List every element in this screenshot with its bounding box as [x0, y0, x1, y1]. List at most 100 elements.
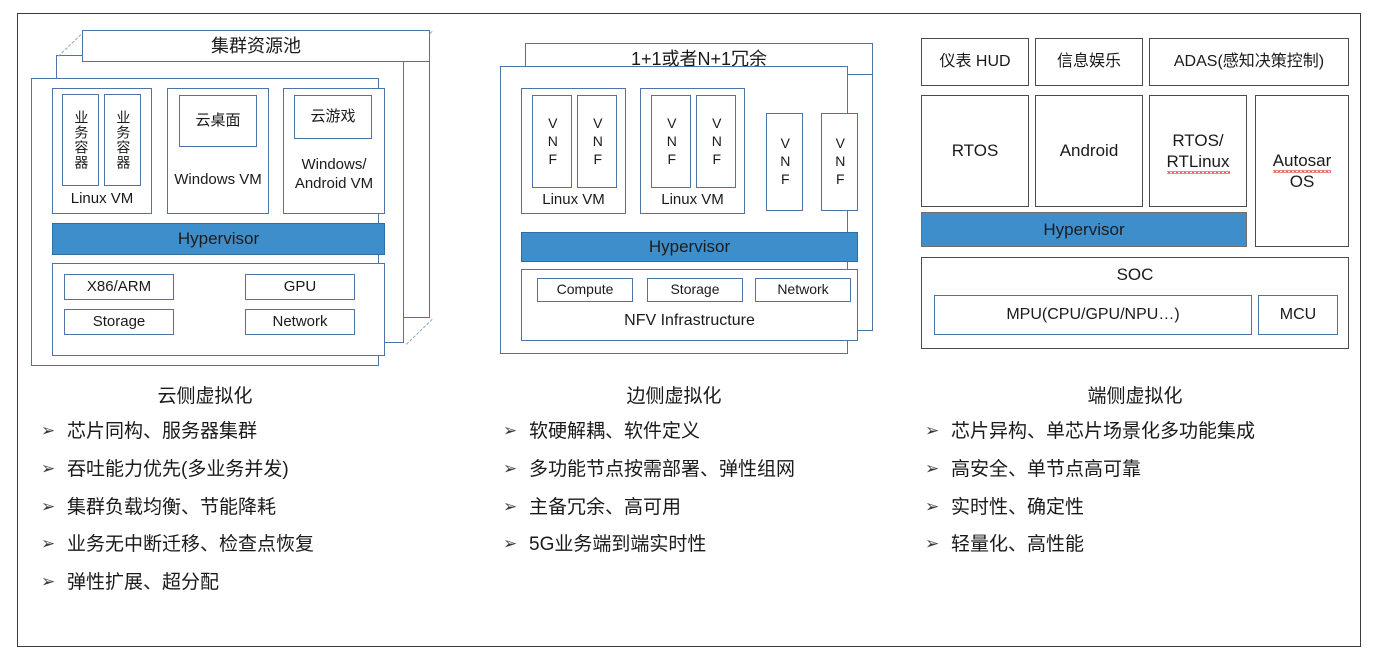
edge-bullet-1: 软硬解耦、软件定义 — [529, 421, 701, 442]
list-item: ➢ 芯片异构、单芯片场景化多功能集成 — [925, 420, 1365, 444]
edge-nfvi-compute-label: Compute — [556, 281, 614, 298]
cloud-stack-title: 集群资源池 — [211, 35, 301, 56]
cloud-app-cloud-gaming: 云游戏 — [294, 95, 372, 139]
cloud-stack-title-box: 集群资源池 — [82, 30, 430, 62]
edge-vnf-1a: VNF — [532, 95, 572, 188]
device-bullet-2: 高安全、单节点高可靠 — [951, 458, 1142, 480]
device-app-infotainment-label: 信息娱乐 — [1056, 53, 1121, 71]
device-app-hud: 仪表 HUD — [921, 38, 1029, 86]
cloud-vm-linux-name: Linux VM — [70, 189, 134, 207]
bullet-arrow-icon: ➢ — [41, 458, 56, 478]
cloud-bullet-3: 集群负载均衡、节能降耗 — [67, 496, 277, 518]
device-app-infotainment: 信息娱乐 — [1035, 38, 1143, 86]
edge-standalone-vnf-1: VNF — [766, 113, 803, 211]
cloud-app-container-1: 业务容器 — [62, 94, 99, 186]
list-item: ➢ 软硬解耦、软件定义 — [503, 420, 913, 444]
device-os-rtos: RTOS — [921, 95, 1029, 207]
edge-vm-linux-2-name-wrap: Linux VM — [641, 188, 744, 212]
cloud-bullet-4: 业务无中断迁移、检查点恢复 — [67, 534, 315, 556]
edge-nfvi-compute: Compute — [537, 278, 633, 302]
device-os-autosar-word: Autosar — [1272, 150, 1332, 174]
device-os-android-label: Android — [1059, 141, 1119, 161]
list-item: ➢ 轻量化、高性能 — [925, 533, 1365, 557]
cloud-hw-storage-label: Storage — [92, 312, 146, 330]
diagram-canvas: 集群资源池 业务容器 业务容器 Linux VM 云桌面 Windows VM … — [0, 0, 1378, 660]
edge-vnf-1b-label: VNF — [589, 114, 606, 169]
edge-bullet-list: ➢ 软硬解耦、软件定义 ➢ 多功能节点按需部署、弹性组网 ➢ 主备冗余、高可用 … — [503, 420, 913, 571]
cloud-vm-linux-name-wrap: Linux VM — [53, 186, 151, 212]
list-item: ➢ 主备冗余、高可用 — [503, 496, 913, 520]
edge-vnf-2a: VNF — [651, 95, 691, 188]
edge-nfvi-network-label: Network — [777, 281, 829, 298]
device-os-rtlinux-stack: RTOS/ RTLinux — [1166, 130, 1230, 175]
list-item: ➢ 多功能节点按需部署、弹性组网 — [503, 458, 913, 482]
cloud-app-cloud-desktop-label: 云桌面 — [195, 111, 241, 129]
edge-nfvi-storage: Storage — [647, 278, 743, 302]
bullet-arrow-icon: ➢ — [41, 534, 56, 554]
device-soc-mpu-label: MPU(CPU/GPU/NPU…) — [1006, 306, 1180, 324]
edge-standalone-vnf-1-label: VNF — [777, 135, 794, 189]
edge-bullet-2: 多功能节点按需部署、弹性组网 — [529, 458, 796, 480]
device-bullet-4: 轻量化、高性能 — [951, 534, 1085, 556]
edge-vm-linux-1-name: Linux VM — [542, 190, 605, 208]
cloud-hw-gpu-label: GPU — [283, 277, 317, 295]
device-soc-mcu: MCU — [1258, 295, 1338, 335]
edge-bullet-4: 5G业务端到端实时性 — [529, 534, 707, 556]
cloud-app-cloud-gaming-label: 云游戏 — [310, 107, 356, 125]
bullet-arrow-icon: ➢ — [41, 496, 56, 516]
device-soc-mpu: MPU(CPU/GPU/NPU…) — [934, 295, 1252, 335]
list-item: ➢ 弹性扩展、超分配 — [41, 571, 441, 595]
device-bullet-1: 芯片异构、单芯片场景化多功能集成 — [951, 421, 1256, 442]
cloud-vm-windows-name: Windows VM — [174, 170, 262, 188]
bullet-arrow-icon: ➢ — [503, 421, 518, 440]
cloud-hw-gpu: GPU — [245, 274, 355, 300]
cloud-hw-network: Network — [245, 309, 355, 335]
cloud-bullet-1: 芯片同构、服务器集群 — [67, 421, 258, 442]
cloud-hypervisor: Hypervisor — [52, 223, 385, 255]
bullet-arrow-icon: ➢ — [503, 496, 518, 516]
bullet-arrow-icon: ➢ — [503, 458, 518, 478]
bullet-arrow-icon: ➢ — [925, 496, 940, 516]
list-item: ➢ 集群负载均衡、节能降耗 — [41, 496, 441, 520]
edge-vm-linux-1-name-wrap: Linux VM — [522, 188, 625, 212]
edge-nfvi-network: Network — [755, 278, 851, 302]
device-section-title: 端侧虚拟化 — [1087, 386, 1183, 407]
edge-hypervisor: Hypervisor — [521, 232, 858, 262]
cloud-hw-x86arm-label: X86/ARM — [86, 277, 152, 295]
device-os-autosar-tail: OS — [1289, 172, 1315, 191]
cloud-hw-storage: Storage — [64, 309, 174, 335]
cloud-bullet-2: 吞吐能力优先(多业务并发) — [67, 458, 289, 480]
edge-vnf-2b-label: VNF — [708, 114, 725, 169]
cloud-hw-x86arm: X86/ARM — [64, 274, 174, 300]
device-app-adas-label: ADAS(感知决策控制) — [1173, 53, 1325, 71]
list-item: ➢ 吞吐能力优先(多业务并发) — [41, 458, 441, 482]
device-soc-title: SOC — [1116, 265, 1154, 285]
edge-vm-linux-2-name: Linux VM — [661, 190, 724, 208]
cloud-hypervisor-label: Hypervisor — [177, 229, 260, 249]
bullet-arrow-icon: ➢ — [925, 421, 940, 440]
device-hypervisor: Hypervisor — [921, 212, 1247, 247]
cloud-app-cloud-desktop: 云桌面 — [179, 95, 257, 147]
device-bullet-list: ➢ 芯片异构、单芯片场景化多功能集成 ➢ 高安全、单节点高可靠 ➢ 实时性、确定… — [925, 420, 1365, 571]
list-item: ➢ 业务无中断迁移、检查点恢复 — [41, 533, 441, 557]
edge-nfvi-title-wrap: NFV Infrastructure — [522, 306, 857, 336]
edge-hypervisor-label: Hypervisor — [648, 237, 731, 257]
bullet-arrow-icon: ➢ — [503, 534, 518, 554]
bullet-arrow-icon: ➢ — [925, 534, 940, 554]
cloud-section-title: 云侧虚拟化 — [157, 386, 253, 407]
edge-vnf-2a-label: VNF — [663, 114, 680, 169]
edge-standalone-vnf-2-label: VNF — [832, 135, 849, 189]
device-os-rtos-label: RTOS — [951, 141, 999, 161]
device-os-rtlinux-head: RTOS/ — [1172, 130, 1224, 150]
bullet-arrow-icon: ➢ — [41, 572, 56, 591]
list-item: ➢ 芯片同构、服务器集群 — [41, 420, 441, 444]
device-os-rtlinux: RTOS/ RTLinux — [1149, 95, 1247, 207]
cloud-app-container-2-label: 业务容器 — [115, 110, 132, 170]
device-bullet-3: 实时性、确定性 — [951, 496, 1085, 518]
edge-vnf-1a-label: VNF — [544, 114, 561, 169]
cloud-bullet-list: ➢ 芯片同构、服务器集群 ➢ 吞吐能力优先(多业务并发) ➢ 集群负载均衡、节能… — [41, 420, 441, 609]
cloud-app-container-1-label: 业务容器 — [73, 110, 90, 170]
bullet-arrow-icon: ➢ — [925, 458, 940, 478]
list-item: ➢ 5G业务端到端实时性 — [503, 533, 913, 557]
list-item: ➢ 实时性、确定性 — [925, 496, 1365, 520]
